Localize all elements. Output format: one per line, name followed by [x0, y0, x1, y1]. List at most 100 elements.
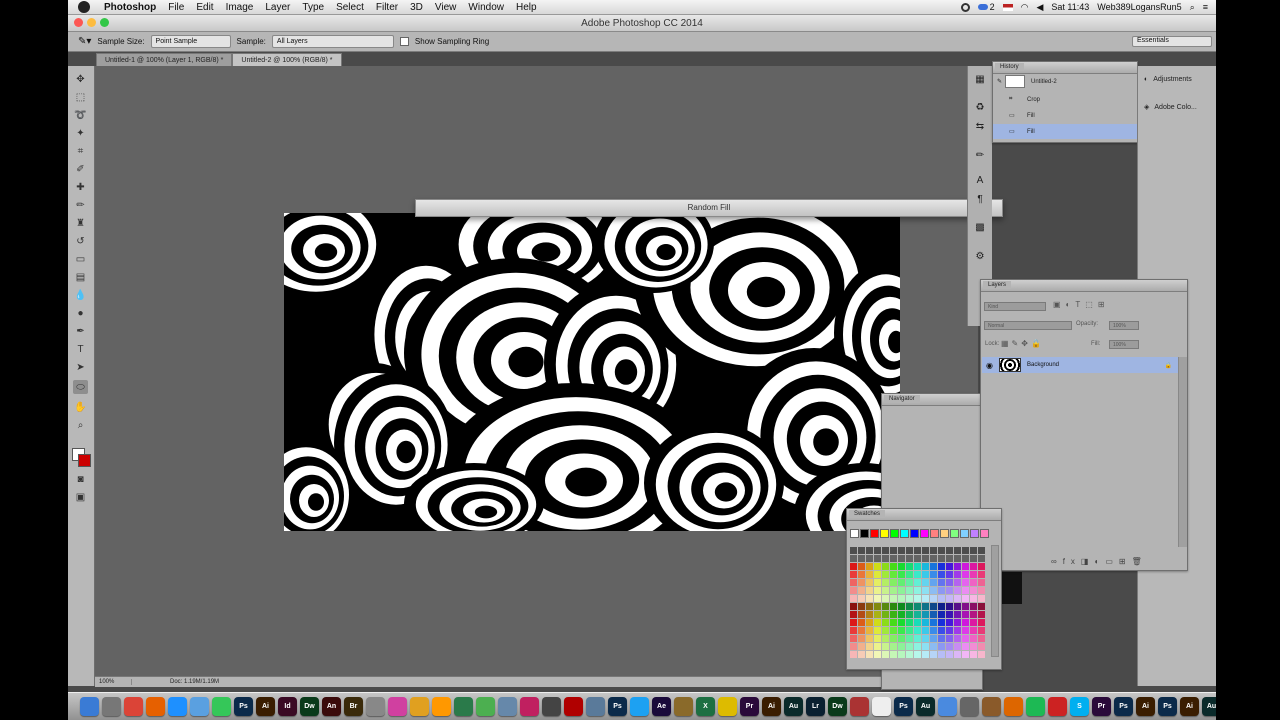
swatch[interactable] — [978, 571, 985, 578]
swatch[interactable] — [922, 563, 929, 570]
zoom-field[interactable]: 100% — [95, 679, 132, 685]
swatch[interactable] — [906, 651, 913, 658]
eyedropper-preset-icon[interactable]: ✎▾ — [78, 36, 91, 47]
tb-icon[interactable] — [938, 697, 957, 716]
menu-type[interactable]: Type — [296, 2, 330, 13]
swatch[interactable] — [850, 643, 857, 650]
visibility-eye-icon[interactable]: ◉ — [986, 361, 993, 370]
swatch[interactable] — [890, 643, 897, 650]
swatch[interactable] — [938, 635, 945, 642]
swatch[interactable] — [938, 587, 945, 594]
swatch[interactable] — [938, 547, 945, 554]
swatch[interactable] — [962, 547, 969, 554]
swatch[interactable] — [858, 635, 865, 642]
swatch[interactable] — [850, 619, 857, 626]
swatch[interactable] — [978, 595, 985, 602]
ae-icon[interactable]: Ae — [652, 697, 671, 716]
camera-icon[interactable] — [542, 697, 561, 716]
photos-icon[interactable] — [432, 697, 451, 716]
swatch[interactable] — [940, 529, 949, 538]
swatch[interactable] — [882, 635, 889, 642]
swatch[interactable] — [850, 635, 857, 642]
swatch[interactable] — [938, 555, 945, 562]
calendar-icon[interactable] — [872, 697, 891, 716]
firefox-icon[interactable] — [146, 697, 165, 716]
sampling-ring-checkbox[interactable] — [399, 37, 409, 46]
swatch[interactable] — [970, 579, 977, 586]
swatch[interactable] — [938, 595, 945, 602]
swatch[interactable] — [962, 571, 969, 578]
swatch[interactable] — [930, 563, 937, 570]
wifi-icon[interactable]: ◠ — [1021, 2, 1029, 13]
swatch[interactable] — [890, 555, 897, 562]
swatch[interactable] — [930, 603, 937, 610]
swatch[interactable] — [874, 555, 881, 562]
layer-row-background[interactable]: ◉ Background 🔒 — [982, 357, 1178, 373]
swatch[interactable] — [922, 547, 929, 554]
swatch[interactable] — [870, 529, 879, 538]
swatch[interactable] — [914, 611, 921, 618]
swatch[interactable] — [914, 587, 921, 594]
list-icon[interactable]: ≡ — [1203, 2, 1208, 12]
au-icon[interactable]: Au — [784, 697, 803, 716]
swatch[interactable] — [922, 635, 929, 642]
swatch[interactable] — [946, 635, 953, 642]
ps2-icon[interactable]: Ps — [608, 697, 627, 716]
swatch[interactable] — [930, 595, 937, 602]
swatch[interactable] — [962, 603, 969, 610]
swatch[interactable] — [866, 555, 873, 562]
swatch[interactable] — [946, 571, 953, 578]
swatch[interactable] — [922, 555, 929, 562]
quick-select-tool-icon[interactable]: ✦ — [73, 126, 88, 140]
swatch[interactable] — [930, 547, 937, 554]
opacity-field[interactable]: 100% — [1109, 321, 1139, 330]
swatch[interactable] — [954, 571, 961, 578]
lasso-tool-icon[interactable]: ➰ — [73, 108, 88, 122]
swatch[interactable] — [922, 571, 929, 578]
swatch[interactable] — [954, 619, 961, 626]
menu-select[interactable]: Select — [330, 2, 370, 13]
swatch[interactable] — [874, 579, 881, 586]
swatch[interactable] — [914, 651, 921, 658]
swatch[interactable] — [906, 595, 913, 602]
swatch[interactable] — [962, 651, 969, 658]
ai4-icon[interactable]: Ai — [1180, 697, 1199, 716]
finder2-icon[interactable] — [498, 697, 517, 716]
menu-window[interactable]: Window — [462, 2, 510, 13]
fox-icon[interactable] — [1004, 697, 1023, 716]
menu-edit[interactable]: Edit — [190, 2, 219, 13]
swatch[interactable] — [978, 651, 985, 658]
swatch[interactable] — [850, 651, 857, 658]
swatch[interactable] — [874, 619, 881, 626]
id-icon[interactable]: Id — [278, 697, 297, 716]
lr-icon[interactable]: Lr — [806, 697, 825, 716]
marquee-tool-icon[interactable]: ⬚ — [73, 90, 88, 104]
swatch[interactable] — [850, 529, 859, 538]
swatch[interactable] — [970, 563, 977, 570]
swatch[interactable] — [922, 587, 929, 594]
swatch[interactable] — [866, 611, 873, 618]
swatch[interactable] — [898, 595, 905, 602]
tab-navigator[interactable]: Navigator — [884, 395, 920, 403]
type-tool-icon[interactable]: T — [73, 342, 88, 356]
swatch[interactable] — [866, 547, 873, 554]
layers-scrollbar[interactable] — [1178, 357, 1187, 547]
spotlight-icon[interactable]: ⌕ — [1190, 2, 1195, 13]
swatch[interactable] — [978, 547, 985, 554]
swatch[interactable] — [858, 619, 865, 626]
swatch[interactable] — [874, 603, 881, 610]
skype-icon[interactable]: S — [1070, 697, 1089, 716]
swatch[interactable] — [978, 611, 985, 618]
swatch[interactable] — [898, 603, 905, 610]
history-state[interactable]: ▭ Fill — [993, 124, 1137, 139]
menu-file[interactable]: File — [162, 2, 190, 13]
swatch[interactable] — [970, 547, 977, 554]
swatch[interactable] — [954, 587, 961, 594]
mail-icon[interactable] — [190, 697, 209, 716]
swatch[interactable] — [920, 529, 929, 538]
swatch[interactable] — [906, 619, 913, 626]
swatch[interactable] — [874, 595, 881, 602]
swatch[interactable] — [882, 627, 889, 634]
swatch[interactable] — [874, 627, 881, 634]
swatch[interactable] — [882, 643, 889, 650]
